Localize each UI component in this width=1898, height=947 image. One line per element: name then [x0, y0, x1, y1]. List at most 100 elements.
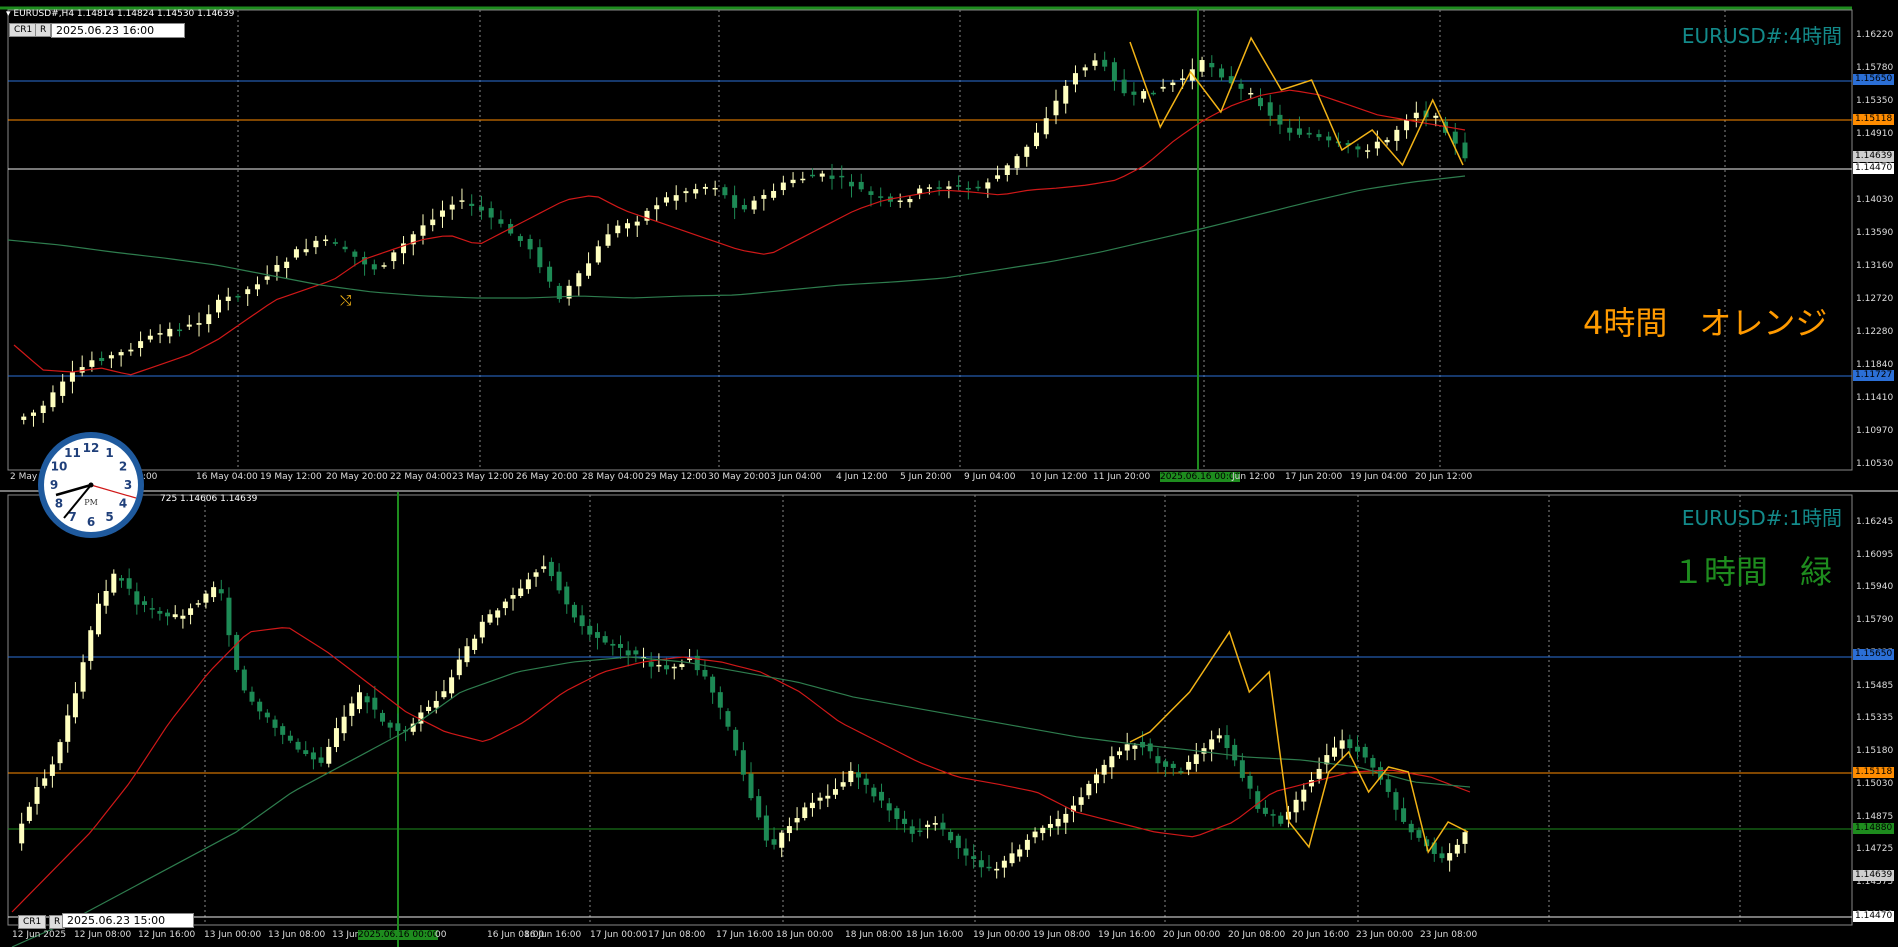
h1-candle	[372, 697, 378, 710]
h1-candle	[1178, 771, 1184, 773]
h4-candle	[547, 266, 553, 282]
h4-candle	[118, 352, 124, 356]
h4-candle	[128, 349, 134, 352]
h1-time-label: 12 Jun 2025	[12, 930, 67, 940]
h4-candle	[1053, 100, 1059, 116]
analog-clock-widget[interactable]: 12 1 2 3 4 5 6 7 8 9 10 11 PM	[36, 430, 146, 540]
h1-cr-button[interactable]: CR1	[18, 915, 47, 929]
h1-candle	[241, 669, 247, 691]
h1-ma-slow	[11, 656, 1471, 947]
h1-candle	[518, 588, 524, 597]
h4-timestamp-box: 2025.06.23 16:00	[51, 23, 185, 38]
clock-number: 12	[83, 441, 100, 455]
h1-candle	[318, 757, 324, 763]
h1-candle	[472, 638, 478, 650]
h4-candle	[586, 263, 592, 276]
h1-time-label: 18 Jun 08:00	[845, 930, 903, 940]
h4-time-label: 5 Jun 20:00	[900, 472, 952, 482]
h1-candle	[387, 722, 393, 728]
h1-time-label: 20 Jun 00:00	[1163, 930, 1221, 940]
h1-candle	[426, 706, 432, 711]
h4-candle	[810, 174, 816, 177]
h1-chart-canvas[interactable]	[0, 492, 1898, 947]
h4-candle	[1452, 131, 1458, 144]
h4-candle	[839, 175, 845, 178]
h1-candle	[487, 614, 493, 623]
h4-r-button[interactable]: R	[35, 23, 52, 37]
h1-candle	[326, 746, 332, 764]
h1-candle	[310, 752, 316, 760]
h4-candle	[274, 264, 280, 272]
h1-candle	[1416, 830, 1422, 838]
chart-pane-h4[interactable]: ⤭ ▾ EURUSD#,H4 1.14814 1.14824 1.14530 1…	[0, 0, 1898, 490]
h1-candle	[1209, 739, 1215, 750]
h4-candle	[391, 252, 397, 262]
h4-candle	[625, 223, 631, 229]
h4-candle	[284, 261, 290, 269]
h1-candle	[571, 604, 577, 618]
h1-price-tag: 1.15118	[1853, 767, 1895, 778]
h1-candle	[602, 636, 608, 643]
h1-candle	[502, 601, 508, 609]
h1-time-label: 2025.06.16 00:00	[358, 930, 439, 940]
h4-candle	[897, 200, 903, 203]
h1-candle	[456, 659, 462, 676]
h1-candle	[594, 632, 600, 638]
h4-time-label: 2025.06.16 00:00	[1160, 472, 1241, 482]
plot-frame	[7, 494, 1853, 926]
h4-candle	[1267, 102, 1273, 116]
h4-candle	[50, 392, 56, 408]
h4-price-label: 1.11410	[1856, 393, 1894, 403]
h1-candle	[625, 650, 631, 656]
clock-number: 1	[105, 446, 113, 460]
h4-candle	[654, 205, 660, 210]
h4-candle	[1043, 118, 1049, 135]
h4-candle	[907, 199, 913, 203]
h1-candle	[871, 787, 877, 797]
h1-time-label: 12 Jun 08:00	[74, 930, 132, 940]
h1-candle	[771, 839, 777, 845]
h1-candle	[1055, 818, 1061, 827]
h1-candle	[42, 778, 48, 786]
h4-candle	[40, 405, 46, 414]
h4-candle	[1219, 68, 1225, 78]
h4-cr-button[interactable]: CR1	[9, 23, 38, 37]
h4-candle	[605, 234, 611, 246]
h1-candle	[441, 691, 447, 698]
h1-candle	[272, 719, 278, 728]
h1-candle	[994, 868, 1000, 871]
h1-candle	[1439, 853, 1445, 859]
h1-candle	[1201, 748, 1207, 754]
h4-candle	[732, 195, 738, 208]
h4-candle	[1102, 59, 1108, 67]
h1-time-label: 19 Jun 16:00	[1098, 930, 1156, 940]
h4-time-label: 26 May 20:00	[516, 472, 578, 482]
h4-price-label: 1.13160	[1856, 261, 1894, 271]
h1-candle	[756, 796, 762, 818]
h4-price-label: 1.13590	[1856, 228, 1894, 238]
h4-candle	[293, 249, 299, 258]
h1-candle	[1047, 823, 1053, 828]
h4-time-label: 4 Jun 12:00	[836, 472, 888, 482]
chart-pane-h1[interactable]: 725 1.14606 1.14639 CR1 R 2025.06.23 15:…	[0, 490, 1898, 947]
h1-candle	[1117, 751, 1123, 756]
h1-candle	[587, 625, 593, 635]
h1-candle	[940, 822, 946, 830]
h1-candle	[1040, 827, 1046, 834]
h1-candle	[1347, 739, 1353, 749]
h1-candle	[855, 772, 861, 778]
h4-chart-canvas[interactable]: ⤭	[0, 0, 1898, 490]
h4-candle	[21, 416, 27, 420]
h4-time-label: 28 May 04:00	[582, 472, 644, 482]
h4-candle	[99, 357, 105, 362]
h4-candle	[1433, 115, 1439, 118]
h1-time-label: 17 Jun 16:00	[716, 930, 774, 940]
h1-candle	[1408, 823, 1414, 833]
h1-candle	[955, 835, 961, 848]
h1-header-quote: 725 1.14606 1.14639	[160, 494, 258, 504]
h1-candle	[879, 791, 885, 801]
h4-price-tag: 1.15118	[1853, 114, 1895, 125]
h4-candle	[702, 186, 708, 189]
h4-candle	[1277, 114, 1283, 125]
h4-candle	[1092, 60, 1098, 66]
